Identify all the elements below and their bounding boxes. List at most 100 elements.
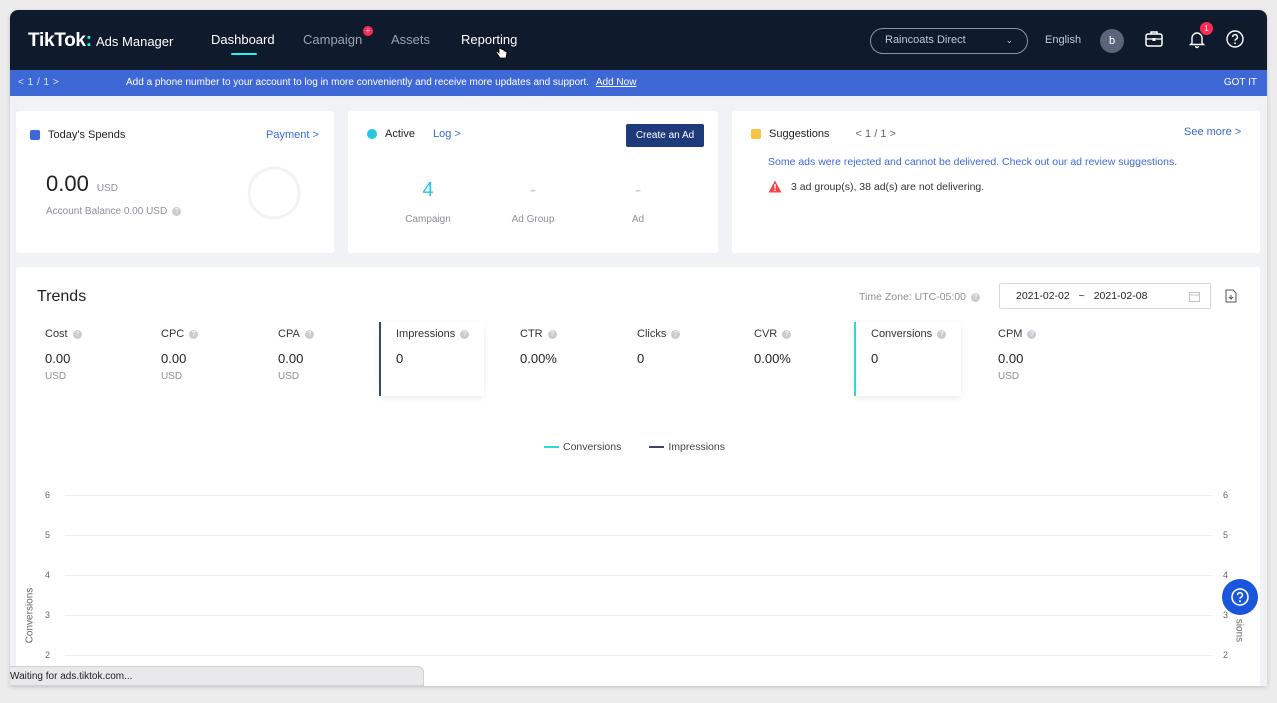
brand-logo[interactable]: TikTok : Ads Manager <box>28 30 173 52</box>
metric-impressions[interactable]: Impressions? 0 <box>396 328 470 366</box>
info-icon: ? <box>547 329 557 339</box>
briefcase-icon[interactable] <box>1144 29 1164 49</box>
nav-campaign[interactable]: Campaign <box>303 32 362 47</box>
metric-cpm-label-text: CPM <box>998 328 1023 340</box>
brand-subtitle: Ads Manager <box>96 34 174 49</box>
date-range-picker[interactable]: 2021-02-02 ~ 2021-02-08 <box>999 283 1211 309</box>
wallet-icon <box>30 130 40 140</box>
metric-cpc[interactable]: CPC? 0.00 USD <box>161 328 199 382</box>
banner-pager[interactable]: < 1 / 1 > <box>18 77 59 88</box>
spend-ring-chart <box>247 166 301 220</box>
timezone-info-icon[interactable]: ? <box>970 292 980 302</box>
metric-cpa[interactable]: CPA? 0.00 USD <box>278 328 314 382</box>
metric-cvr[interactable]: CVR? 0.00% <box>754 328 792 366</box>
metric-cvr-value: 0.00% <box>754 351 791 366</box>
avatar[interactable]: b <box>1100 29 1124 53</box>
phone-banner: < 1 / 1 > Add a phone number to your acc… <box>10 70 1267 96</box>
chart-legend: Conversions Impressions <box>544 441 725 453</box>
metric-cpc-label-text: CPC <box>161 328 185 340</box>
y-tick-left: 5 <box>45 530 51 540</box>
metric-cost-label: Cost? <box>45 328 82 340</box>
metric-cost[interactable]: Cost? 0.00 USD <box>45 328 82 382</box>
y-tick-left: 4 <box>45 570 51 580</box>
create-ad-button[interactable]: Create an Ad <box>626 124 704 147</box>
nav-assets[interactable]: Assets <box>391 32 430 47</box>
metric-cpm[interactable]: CPM? 0.00 USD <box>998 328 1037 382</box>
y-tick-left: 3 <box>45 610 51 620</box>
suggestions-pager[interactable]: < 1 / 1 > <box>856 128 896 140</box>
metric-ctr[interactable]: CTR? 0.00% <box>520 328 557 366</box>
metric-cpa-label: CPA? <box>278 328 314 340</box>
help-icon[interactable] <box>1225 29 1245 49</box>
info-icon: ? <box>1027 329 1037 339</box>
nav-dashboard[interactable]: Dashboard <box>211 32 275 47</box>
y-axis-left-label: Conversions <box>24 587 36 644</box>
see-more-link[interactable]: See more > <box>1184 126 1241 138</box>
payment-link[interactable]: Payment > <box>266 129 319 141</box>
y-tick-right: 6 <box>1223 490 1229 500</box>
metric-cpm-value: 0.00 <box>998 351 1024 366</box>
spends-amount: 0.00 <box>46 171 89 196</box>
nav-active-indicator <box>231 53 257 55</box>
legend-impressions-swatch <box>649 446 665 448</box>
metric-cpc-value: 0.00 <box>161 351 187 366</box>
date-separator: ~ <box>1078 290 1085 302</box>
metric-cvr-label: CVR? <box>754 328 792 340</box>
metric-cost-unit: USD <box>45 371 67 382</box>
y-tick-right: 4 <box>1223 570 1229 580</box>
spends-header: Today's Spends <box>30 129 125 141</box>
help-fab-button[interactable] <box>1222 579 1258 615</box>
brand-colon: : <box>85 30 93 51</box>
metric-impressions-value: 0 <box>396 351 404 366</box>
gridline <box>65 655 1212 656</box>
y-tick-right: 5 <box>1223 530 1229 540</box>
info-icon: ? <box>671 329 681 339</box>
account-selector[interactable]: Raincoats Direct ⌄ <box>870 28 1028 54</box>
gridline <box>65 495 1212 496</box>
info-icon: ? <box>189 329 199 339</box>
stat-campaign-value: 4 <box>422 179 434 201</box>
active-header: Active Log > <box>367 128 461 140</box>
log-link[interactable]: Log > <box>433 128 461 140</box>
metric-ctr-value: 0.00% <box>520 351 557 366</box>
info-icon[interactable]: ? <box>172 207 182 216</box>
stat-ad-group-value: - <box>529 179 537 201</box>
language-selector[interactable]: English <box>1045 34 1081 46</box>
got-it-button[interactable]: GOT IT <box>1224 77 1257 88</box>
metric-conversions[interactable]: Conversions? 0 <box>871 328 947 366</box>
metric-impressions-label: Impressions? <box>396 328 470 340</box>
metric-conversions-label: Conversions? <box>871 328 947 340</box>
y-tick-right: 3 <box>1223 610 1229 620</box>
gridline <box>65 615 1212 616</box>
info-icon: ? <box>460 329 470 339</box>
stat-ad[interactable]: - Ad <box>598 179 678 225</box>
export-file-icon[interactable] <box>1225 289 1237 303</box>
metric-clicks[interactable]: Clicks? 0 <box>637 328 681 366</box>
stat-ad-value: - <box>634 179 642 201</box>
legend-conversions[interactable]: Conversions <box>563 441 621 453</box>
spends-currency: USD <box>96 183 118 194</box>
metric-cost-value: 0.00 <box>45 351 71 366</box>
chevron-down-icon: ⌄ <box>1005 35 1013 45</box>
tiktok-wordmark: TikTok <box>28 30 86 51</box>
notification-badge: 1 <box>1200 22 1213 35</box>
metric-cpc-unit: USD <box>161 371 183 382</box>
banner-text: Add a phone number to your account to lo… <box>126 77 590 88</box>
info-icon: ? <box>304 329 314 339</box>
suggestion-message[interactable]: Some ads were rejected and cannot be del… <box>768 156 1177 168</box>
stat-ad-group[interactable]: - Ad Group <box>493 179 573 225</box>
account-name: Raincoats Direct <box>885 34 966 46</box>
account-balance-text: Account Balance 0.00 USD <box>46 206 168 217</box>
legend-impressions[interactable]: Impressions <box>668 441 725 453</box>
stat-campaign[interactable]: 4 Campaign <box>388 179 468 225</box>
date-end: 2021-02-08 <box>1093 290 1148 302</box>
browser-status-bar: Waiting for ads.tiktok.com... <box>10 666 424 686</box>
add-now-link[interactable]: Add Now <box>596 77 637 88</box>
suggestions-title: Suggestions <box>769 128 830 140</box>
warning-row: 3 ad group(s), 38 ad(s) are not deliveri… <box>768 180 984 193</box>
metric-ctr-label: CTR? <box>520 328 557 340</box>
metric-cpa-unit: USD <box>278 371 300 382</box>
info-icon: ? <box>72 329 82 339</box>
info-icon: ? <box>937 329 947 339</box>
stat-ad-group-label: Ad Group <box>511 214 555 225</box>
